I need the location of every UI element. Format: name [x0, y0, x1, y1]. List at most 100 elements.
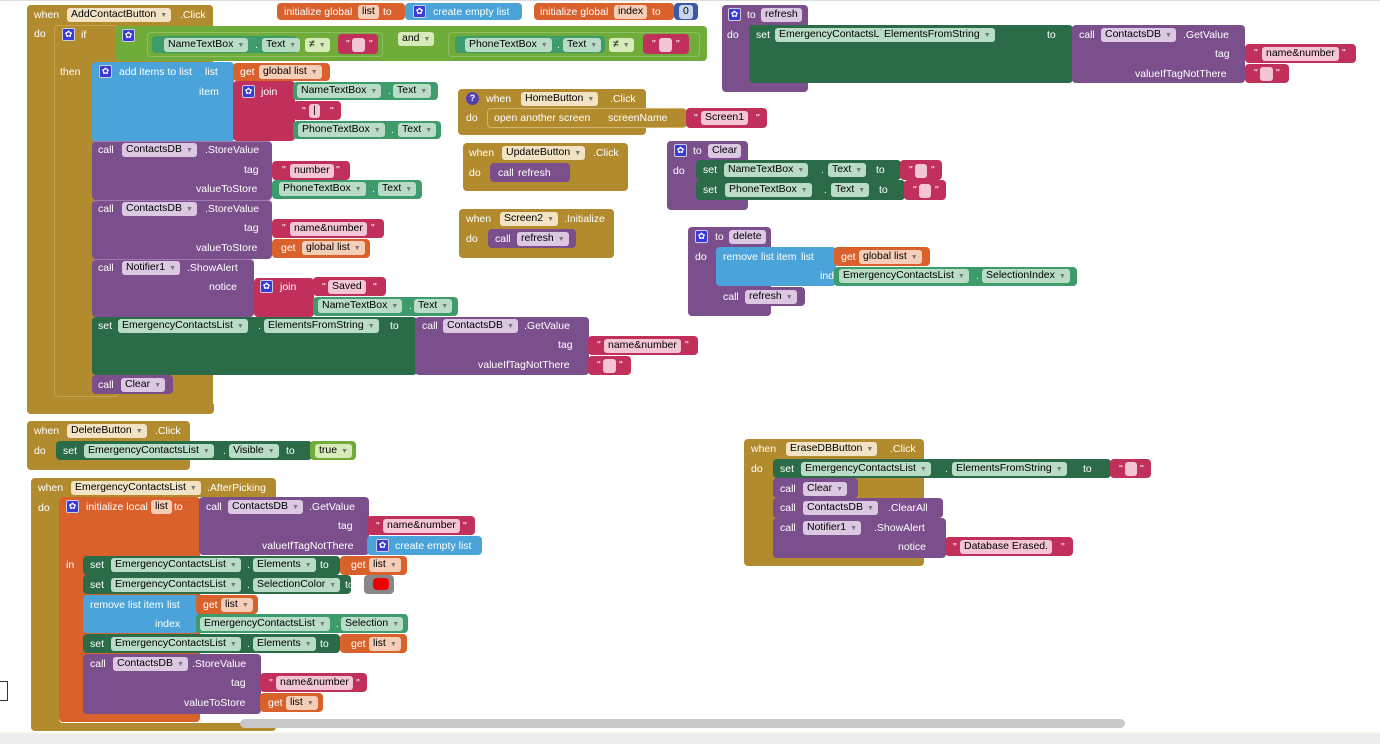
procedure-dropdown[interactable]: Clear ▼ — [803, 482, 848, 496]
text-value[interactable]: Screen1 — [701, 111, 749, 125]
variable-dropdown[interactable]: list ▼ — [369, 558, 401, 572]
component-dropdown[interactable]: Screen2 ▼ — [500, 212, 559, 226]
component-dropdown[interactable]: EmergencyContactsList▼ — [200, 617, 330, 631]
boolean-dropdown[interactable]: true ▼ — [315, 444, 353, 458]
procedure-name[interactable]: refresh — [518, 166, 551, 180]
variable-dropdown[interactable]: global list ▼ — [302, 241, 365, 255]
component-dropdown[interactable]: Notifier1 ▼ — [122, 261, 181, 275]
procedure-dropdown[interactable]: Clear ▼ — [121, 378, 166, 392]
text-value[interactable] — [352, 38, 365, 52]
component-dropdown[interactable]: NameTextBox ▼ — [318, 299, 403, 313]
gear-icon[interactable]: ✿ — [413, 5, 426, 18]
text-value[interactable]: number — [290, 164, 334, 178]
gear-icon[interactable]: ✿ — [260, 280, 273, 293]
procedure-name[interactable]: Clear — [708, 144, 742, 158]
local-var-name[interactable]: list — [151, 500, 172, 514]
property-dropdown[interactable]: Elements ▼ — [253, 558, 316, 572]
property-dropdown[interactable]: SelectionColor ▼ — [253, 578, 341, 592]
property-dropdown[interactable]: Text ▼ — [831, 183, 870, 197]
text-value[interactable] — [1260, 67, 1273, 81]
global-var-name[interactable]: list — [358, 5, 379, 19]
property-dropdown[interactable]: Elements ▼ — [253, 637, 316, 651]
variable-dropdown[interactable]: list ▼ — [369, 637, 401, 651]
component-dropdown[interactable]: ContactsDB ▼ — [1101, 28, 1176, 42]
gear-icon[interactable]: ✿ — [99, 65, 112, 78]
horizontal-scrollbar[interactable] — [240, 719, 1125, 728]
workspace-edge-control[interactable] — [0, 681, 8, 701]
text-value[interactable] — [919, 184, 931, 198]
component-dropdown[interactable]: ContactsDB ▼ — [113, 657, 188, 671]
component-dropdown[interactable]: EmergencyContactsList▼ — [111, 637, 241, 651]
text-value[interactable]: Saved — [328, 280, 366, 294]
variable-dropdown[interactable]: list ▼ — [286, 696, 318, 710]
gear-icon[interactable]: ✿ — [728, 8, 741, 21]
component-dropdown[interactable]: NameTextBox ▼ — [297, 84, 382, 98]
component-dropdown[interactable]: EraseDBButton ▼ — [786, 442, 878, 456]
text-value[interactable] — [603, 359, 616, 373]
component-dropdown[interactable]: PhoneTextBox ▼ — [279, 182, 366, 196]
component-dropdown[interactable]: PhoneTextBox ▼ — [298, 123, 385, 137]
component-dropdown[interactable]: ContactsDB ▼ — [228, 500, 303, 514]
property-dropdown[interactable]: Text ▼ — [262, 38, 301, 52]
component-dropdown[interactable]: EmergencyContactsList▼ — [801, 462, 931, 476]
component-dropdown[interactable]: PhoneTextBox ▼ — [725, 183, 812, 197]
gear-icon[interactable]: ✿ — [242, 85, 255, 98]
text-value[interactable] — [659, 38, 672, 52]
text-value[interactable]: name&number — [290, 222, 367, 236]
text-value[interactable]: | — [309, 104, 320, 118]
component-dropdown[interactable]: Notifier1 ▼ — [803, 521, 862, 535]
global-var-name[interactable]: index — [614, 5, 648, 19]
gear-icon[interactable]: ✿ — [122, 29, 135, 42]
text-value[interactable] — [1125, 462, 1137, 476]
procedure-dropdown[interactable]: refresh ▼ — [517, 232, 569, 246]
component-dropdown[interactable]: PhoneTextBox ▼ — [465, 38, 552, 52]
component-dropdown[interactable]: EmergencyContactsList▼ — [71, 481, 201, 495]
variable-dropdown[interactable]: list ▼ — [221, 598, 253, 612]
component-dropdown[interactable]: ContactsDB ▼ — [122, 202, 197, 216]
component-dropdown[interactable]: ContactsDB ▼ — [443, 319, 518, 333]
property-dropdown[interactable]: ElementsFromString ▼ — [952, 462, 1067, 476]
component-dropdown[interactable]: UpdateButton ▼ — [502, 146, 586, 160]
gear-icon[interactable]: ✿ — [674, 144, 687, 157]
component-dropdown[interactable]: HomeButton ▼ — [521, 92, 599, 106]
procedure-dropdown[interactable]: refresh ▼ — [745, 290, 797, 304]
component-dropdown[interactable]: EmergencyContactsList▼ — [118, 319, 248, 333]
property-dropdown[interactable]: Text ▼ — [828, 163, 867, 177]
property-dropdown[interactable]: ElementsFromString ▼ — [264, 319, 379, 333]
property-dropdown[interactable]: Text ▼ — [414, 299, 453, 313]
number-value[interactable]: 0 — [679, 5, 693, 19]
property-dropdown[interactable]: Selection ▼ — [341, 617, 404, 631]
component-dropdown[interactable]: ContactsDB ▼ — [122, 143, 197, 157]
component-dropdown[interactable]: NameTextBox ▼ — [724, 163, 809, 177]
component-dropdown[interactable]: NameTextBox ▼ — [164, 38, 249, 52]
gear-icon[interactable]: ✿ — [376, 539, 389, 552]
component-dropdown[interactable]: EmergencyContactsList▼ — [111, 558, 241, 572]
text-value[interactable]: name&number — [1262, 47, 1339, 61]
component-dropdown[interactable]: EmergencyContactsList▼ — [839, 269, 969, 283]
operator-dropdown[interactable]: ≠ ▼ — [609, 38, 634, 52]
component-dropdown[interactable]: AddContactButton ▼ — [67, 8, 172, 22]
procedure-name[interactable]: refresh — [761, 8, 802, 22]
property-dropdown[interactable]: ElementsFromString ▼ — [880, 28, 995, 42]
color-swatch[interactable] — [373, 578, 389, 590]
operator-dropdown[interactable]: ≠ ▼ — [305, 38, 330, 52]
property-dropdown[interactable]: Text ▼ — [398, 123, 437, 137]
component-dropdown[interactable]: EmergencyContactsList▼ — [84, 444, 214, 458]
gear-icon[interactable]: ✿ — [695, 230, 708, 243]
procedure-name[interactable]: delete — [729, 230, 766, 244]
gear-icon[interactable]: ✿ — [62, 28, 75, 41]
text-value[interactable]: name&number — [276, 676, 353, 690]
variable-dropdown[interactable]: global list ▼ — [259, 65, 322, 79]
component-dropdown[interactable]: EmergencyContactsList▼ — [111, 578, 241, 592]
component-dropdown[interactable]: ContactsDB ▼ — [803, 501, 878, 515]
gear-icon[interactable]: ✿ — [66, 500, 79, 513]
component-dropdown[interactable]: DeleteButton ▼ — [67, 424, 147, 438]
property-dropdown[interactable]: Text ▼ — [563, 38, 602, 52]
help-icon[interactable]: ? — [466, 92, 479, 105]
text-value[interactable]: name&number — [383, 519, 460, 533]
text-value[interactable]: name&number — [604, 339, 681, 353]
variable-dropdown[interactable]: global list ▼ — [859, 250, 922, 264]
property-dropdown[interactable]: Text ▼ — [393, 84, 432, 98]
property-dropdown[interactable]: Text ▼ — [378, 182, 417, 196]
blocks-workspace[interactable]: initialize global list to ✿ create empty… — [0, 0, 1380, 744]
